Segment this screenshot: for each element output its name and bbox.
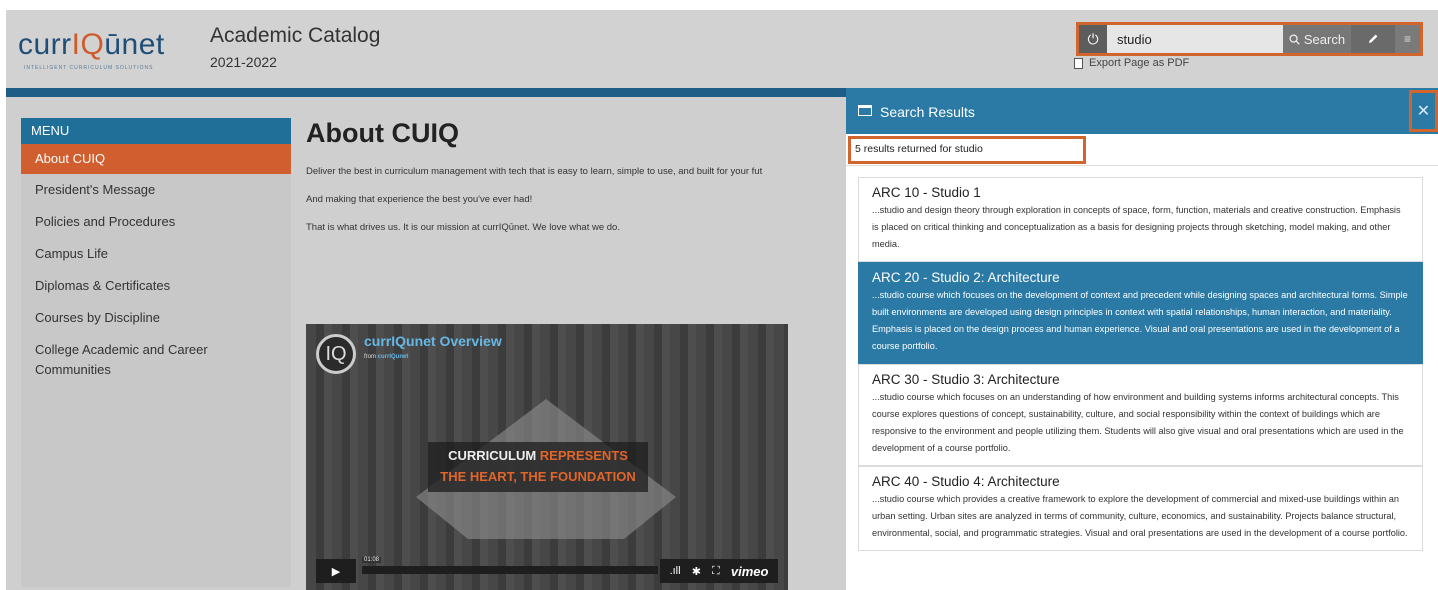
result-item[interactable]: ARC 40 - Studio 4: Architecture ...studi… — [858, 466, 1423, 551]
edit-button[interactable] — [1351, 25, 1395, 53]
volume-icon[interactable]: .ıll — [670, 565, 681, 577]
pdf-icon — [1074, 57, 1083, 69]
page-content: About CUIQ Deliver the best in curriculu… — [306, 118, 846, 233]
result-item[interactable]: ARC 20 - Studio 2: Architecture ...studi… — [858, 262, 1423, 364]
pencil-icon — [1369, 34, 1378, 43]
result-title: ARC 20 - Studio 2: Architecture — [872, 270, 1060, 285]
search-toolbar: ⏻ Search ≡ — [1076, 22, 1423, 56]
divider — [846, 165, 1438, 166]
menu-heading: MENU — [21, 118, 291, 144]
content-paragraph: And making that experience the best you'… — [306, 194, 533, 205]
hamburger-icon: ≡ — [1403, 32, 1411, 46]
catalog-title: Academic Catalog — [210, 24, 381, 47]
results-list: ARC 10 - Studio 1 ...studio and design t… — [858, 177, 1423, 551]
export-pdf-link[interactable]: Export Page as PDF — [1074, 57, 1189, 69]
header-divider-band — [6, 88, 846, 97]
page: currIQūnet INTELLIGENT CURRICULUM SOLUTI… — [0, 0, 1438, 590]
result-description: ...studio course which focuses on the de… — [872, 290, 1408, 351]
sidebar-item-presidents-message[interactable]: President's Message — [21, 174, 291, 206]
video-timestamp: 01:08 — [362, 557, 382, 563]
close-icon: ✕ — [1416, 103, 1431, 120]
sidebar-item-courses-by-discipline[interactable]: Courses by Discipline — [21, 302, 291, 334]
vimeo-logo[interactable]: vimeo — [731, 564, 769, 579]
sidebar-item-policies-procedures[interactable]: Policies and Procedures — [21, 206, 291, 238]
video-channel-logo[interactable]: IQ — [316, 334, 356, 374]
window-icon — [858, 105, 872, 116]
result-item[interactable]: ARC 30 - Studio 3: Architecture ...studi… — [858, 364, 1423, 466]
search-input[interactable] — [1107, 25, 1283, 53]
search-icon — [1289, 33, 1300, 45]
result-item[interactable]: ARC 10 - Studio 1 ...studio and design t… — [858, 177, 1423, 262]
page-title: About CUIQ — [306, 118, 459, 148]
play-icon: ▶ — [331, 565, 341, 578]
export-pdf-label: Export Page as PDF — [1089, 57, 1190, 69]
sidebar-item-about-cuiq[interactable]: About CUIQ — [21, 144, 291, 174]
logo-wordmark: currIQūnet — [18, 28, 165, 61]
catalog-year: 2021-2022 — [210, 54, 277, 70]
video-controls: .ıll ✱ ⛶ vimeo — [660, 559, 778, 583]
result-description: ...studio and design theory through expl… — [872, 205, 1401, 249]
result-title: ARC 30 - Studio 3: Architecture — [872, 372, 1060, 387]
main-area: MENU About CUIQ President's Message Poli… — [6, 97, 846, 590]
search-button-label: Search — [1303, 31, 1346, 47]
fullscreen-icon[interactable]: ⛶ — [712, 565, 720, 578]
video-title[interactable]: currIQunet Overview — [364, 333, 502, 349]
content-paragraph: Deliver the best in curriculum managemen… — [306, 166, 763, 177]
video-player[interactable]: IQ currIQunet Overview from currIQunet C… — [306, 324, 788, 590]
search-button[interactable]: Search — [1283, 25, 1351, 53]
settings-gear-icon[interactable]: ✱ — [692, 565, 701, 578]
power-icon: ⏻ — [1087, 30, 1099, 47]
search-results-title: Search Results — [880, 104, 975, 120]
sidebar-item-diplomas-certificates[interactable]: Diplomas & Certificates — [21, 270, 291, 302]
video-source: from currIQunet — [364, 354, 409, 360]
sidebar-item-academic-career-communities[interactable]: College Academic and Career Communities — [21, 334, 291, 380]
search-results-header: Search Results ✕ — [846, 88, 1438, 134]
result-description: ...studio course which focuses on an und… — [872, 392, 1404, 453]
search-results-panel: Search Results ✕ 5 results returned for … — [846, 88, 1438, 590]
results-count: 5 results returned for studio — [848, 136, 1086, 164]
result-description: ...studio course which provides a creati… — [872, 494, 1408, 538]
logo-tagline: INTELLIGENT CURRICULUM SOLUTIONS — [24, 65, 154, 71]
video-banner: CURRICULUM REPRESENTS THE HEART, THE FOU… — [428, 442, 648, 492]
play-button[interactable]: ▶ — [316, 559, 356, 583]
video-progress-bar[interactable] — [362, 566, 658, 574]
reset-search-button[interactable]: ⏻ — [1079, 25, 1107, 53]
sidebar-item-campus-life[interactable]: Campus Life — [21, 238, 291, 270]
result-title: ARC 40 - Studio 4: Architecture — [872, 474, 1060, 489]
close-results-button[interactable]: ✕ — [1409, 90, 1438, 132]
hamburger-menu-button[interactable]: ≡ — [1395, 25, 1420, 53]
sidebar-menu: MENU About CUIQ President's Message Poli… — [21, 118, 291, 587]
curriqunet-logo[interactable]: currIQūnet INTELLIGENT CURRICULUM SOLUTI… — [18, 24, 188, 76]
result-title: ARC 10 - Studio 1 — [872, 185, 981, 200]
content-paragraph: That is what drives us. It is our missio… — [306, 222, 620, 233]
